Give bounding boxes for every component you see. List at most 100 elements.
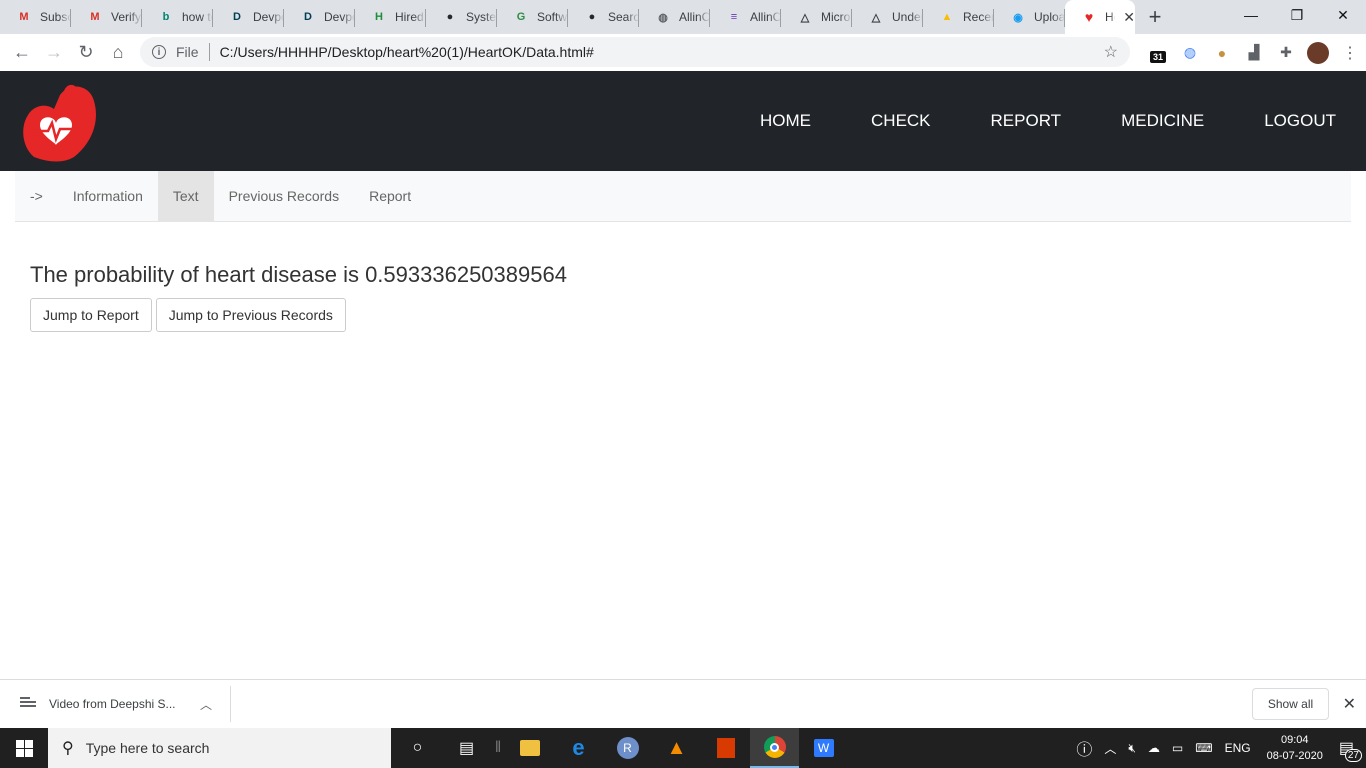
nav-home[interactable]: HOME: [760, 111, 811, 131]
cookie-extension-icon[interactable]: ●: [1206, 45, 1238, 61]
nav-logout[interactable]: LOGOUT: [1264, 111, 1336, 131]
nav-check[interactable]: CHECK: [871, 111, 931, 131]
drive-triangle-icon: △: [800, 11, 810, 24]
file-explorer-icon[interactable]: [505, 728, 554, 768]
calendar-extension-icon[interactable]: 31: [1142, 43, 1174, 63]
heart-logo-icon[interactable]: [20, 81, 100, 163]
edge-icon[interactable]: e: [554, 728, 603, 768]
download-bar: Video from Deepshi S... ︿ Show all ✕: [0, 679, 1366, 728]
r-app-icon[interactable]: R: [603, 728, 652, 768]
url-text[interactable]: C:/Users/HHHHP/Desktop/heart%20(1)/Heart…: [220, 44, 594, 60]
browser-tab[interactable]: ◍ AllinC: [639, 0, 710, 34]
browser-tab[interactable]: H Hired: [355, 0, 426, 34]
download-item[interactable]: Video from Deepshi S... ︿: [0, 686, 231, 722]
browser-tab[interactable]: ≡ AllinC: [710, 0, 781, 34]
upload-icon: ◉: [1013, 11, 1023, 24]
nav-report[interactable]: REPORT: [991, 111, 1062, 131]
puzzle-extensions-icon[interactable]: ✚: [1270, 44, 1302, 61]
globe-extension-icon[interactable]: ◍: [1174, 44, 1206, 61]
battery-icon[interactable]: ▭: [1166, 741, 1189, 755]
cortana-icon[interactable]: ○: [393, 728, 442, 768]
calendar-badge: 31: [1149, 50, 1166, 63]
help-icon[interactable]: ⓘ: [1070, 736, 1098, 760]
window-controls: — ❐ ✕: [1228, 0, 1366, 30]
url-divider: [208, 43, 210, 61]
browser-tab[interactable]: ● System: [426, 0, 497, 34]
chevron-up-icon[interactable]: ︿: [1098, 740, 1122, 757]
taskbar-separator: ‖: [494, 739, 502, 756]
sub-nav: -> Information Text Previous Records Rep…: [15, 170, 1351, 222]
extensions-area: 31 ◍ ● ▟ ✚ ⋮: [1142, 34, 1366, 71]
form-icon: ≡: [730, 11, 738, 23]
probability-result: The probability of heart disease is 0.59…: [30, 262, 567, 287]
onedrive-icon[interactable]: ☁: [1142, 741, 1166, 755]
browser-tab[interactable]: ◉ Upload: [994, 0, 1065, 34]
reload-icon[interactable]: ↻: [70, 37, 102, 69]
tab-title: Devpost: [324, 10, 355, 24]
system-tray: ⓘ ︿ 🔇︎ ☁ ▭ ⌨ ENG 09:04 08-07-2020 ▤ 27: [1070, 728, 1366, 768]
browser-tab-strip: M Subscriptions M Verify b how to D Devpost D Dev…: [0, 0, 1366, 34]
tab-title: Verify: [111, 10, 142, 24]
volume-muted-icon[interactable]: 🔇︎: [1122, 741, 1142, 756]
tab-title: Devpost: [253, 10, 284, 24]
subnav-information[interactable]: Information: [58, 171, 158, 222]
home-icon[interactable]: ⌂: [102, 37, 134, 69]
menu-kebab-icon[interactable]: ⋮: [1334, 43, 1366, 63]
chrome-icon[interactable]: [750, 728, 799, 768]
forward-arrow-icon[interactable]: →: [38, 37, 70, 69]
tab-title: He: [1105, 10, 1115, 24]
devpost-icon: D: [233, 11, 241, 23]
heart-favicon-icon: ♥: [1084, 9, 1094, 25]
site-header: HOME CHECK REPORT MEDICINE LOGOUT: [0, 71, 1366, 171]
browser-tab[interactable]: ● Search: [568, 0, 639, 34]
bookmark-star-icon[interactable]: ☆: [1104, 42, 1118, 62]
browser-tab[interactable]: △ Micro: [781, 0, 852, 34]
subnav-previous-records[interactable]: Previous Records: [214, 171, 355, 222]
start-button[interactable]: [0, 728, 48, 768]
window-close-button[interactable]: ✕: [1320, 0, 1366, 30]
profile-avatar[interactable]: [1302, 41, 1334, 64]
address-bar[interactable]: i File C:/Users/HHHHP/Desktop/heart%20(1…: [140, 37, 1130, 67]
taskbar-search[interactable]: ⚲ Type here to search: [48, 728, 391, 768]
subnav-text[interactable]: Text: [157, 170, 214, 222]
browser-tab[interactable]: △ Under: [852, 0, 923, 34]
office-icon[interactable]: [701, 728, 750, 768]
browser-tab[interactable]: M Subscriptions: [0, 0, 71, 34]
tab-title: Micro: [821, 10, 851, 24]
search-icon: ⚲: [62, 740, 74, 757]
jump-to-previous-records-button[interactable]: Jump to Previous Records: [155, 298, 346, 332]
keyboard-icon[interactable]: ⌨: [1189, 741, 1218, 755]
wps-icon[interactable]: W: [799, 728, 848, 768]
vlc-icon[interactable]: ▲: [652, 728, 701, 768]
nav-medicine[interactable]: MEDICINE: [1121, 111, 1204, 131]
info-icon[interactable]: i: [152, 45, 166, 59]
jump-to-report-button[interactable]: Jump to Report: [30, 298, 152, 332]
browser-tab[interactable]: M Verify: [71, 0, 142, 34]
browser-tab[interactable]: G Software: [497, 0, 568, 34]
main-nav: HOME CHECK REPORT MEDICINE LOGOUT: [760, 71, 1366, 171]
browser-tab[interactable]: b how to: [142, 0, 213, 34]
analytics-extension-icon[interactable]: ▟: [1238, 44, 1270, 61]
tab-title: how to: [182, 10, 213, 24]
notification-center-icon[interactable]: ▤ 27: [1333, 738, 1362, 762]
new-tab-button[interactable]: +: [1135, 0, 1175, 34]
clock[interactable]: 09:04 08-07-2020: [1257, 732, 1333, 764]
close-icon[interactable]: ✕: [1123, 9, 1135, 26]
close-icon[interactable]: ✕: [1343, 694, 1356, 714]
minimize-button[interactable]: —: [1228, 0, 1274, 30]
subnav-report[interactable]: Report: [354, 171, 426, 222]
task-view-icon[interactable]: ▤: [442, 728, 491, 768]
language-indicator[interactable]: ENG: [1219, 741, 1257, 755]
browser-tab[interactable]: D Devpost: [284, 0, 355, 34]
chevron-up-icon[interactable]: ︿: [200, 696, 212, 713]
browser-tab[interactable]: D Devpost: [213, 0, 284, 34]
tab-active[interactable]: ♥ He ✕: [1065, 0, 1135, 34]
back-arrow-icon[interactable]: ←: [6, 37, 38, 69]
bing-icon: b: [162, 11, 170, 23]
show-all-button[interactable]: Show all: [1252, 688, 1329, 720]
browser-tab[interactable]: ▲ Recent: [923, 0, 994, 34]
subnav-arrow[interactable]: ->: [15, 171, 58, 222]
github-icon: ●: [588, 11, 596, 23]
restore-button[interactable]: ❐: [1274, 0, 1320, 30]
tab-title: AllinC: [679, 10, 710, 24]
